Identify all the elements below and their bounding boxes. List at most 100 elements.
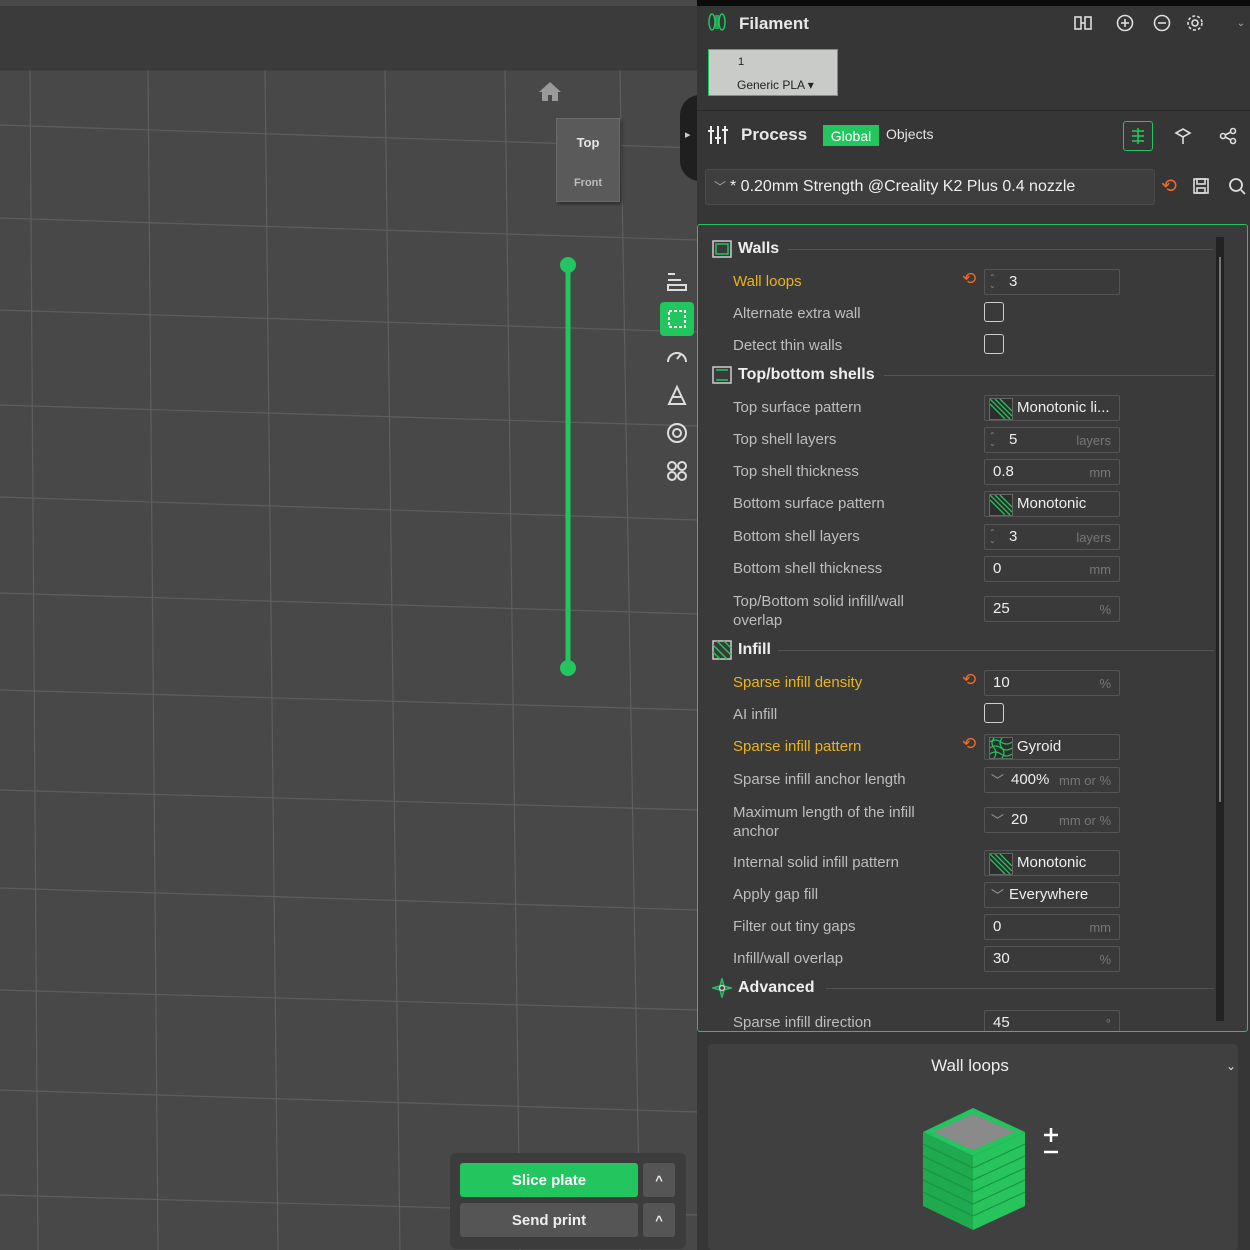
layer-slider-top-handle bbox=[560, 257, 576, 273]
setting-help-panel: Wall loops ⌄ bbox=[708, 1044, 1238, 1250]
anchor-length-dropdown-icon[interactable]: ﹀ bbox=[991, 770, 1004, 789]
home-icon[interactable] bbox=[538, 80, 562, 102]
bottom-shell-thickness-input[interactable]: 0 mm bbox=[984, 556, 1120, 582]
filament-slot-name[interactable]: Generic PLA ▾ bbox=[737, 78, 814, 92]
remove-filament-icon[interactable] bbox=[1152, 13, 1172, 33]
filter-tiny-gaps-input[interactable]: 0 mm bbox=[984, 914, 1120, 940]
objects-tab[interactable]: Objects bbox=[886, 126, 933, 142]
top-bottom-overlap-input[interactable]: 25 % bbox=[984, 596, 1120, 622]
max-infill-anchor-label-1: Maximum length of the infill bbox=[733, 804, 915, 821]
apply-gap-fill-select[interactable]: ﹀ Everywhere bbox=[984, 882, 1120, 908]
compare-presets-icon[interactable] bbox=[1172, 125, 1194, 147]
wall-loops-spinner[interactable]: ⌃ ⌄ bbox=[989, 274, 996, 290]
slice-plate-button[interactable]: Slice plate bbox=[460, 1163, 638, 1197]
bottom-shell-layers-input[interactable]: ⌃ ⌄ 3 layers bbox=[984, 524, 1120, 550]
save-preset-icon[interactable] bbox=[1191, 176, 1211, 196]
internal-solid-infill-pattern-select[interactable]: Monotonic bbox=[984, 850, 1120, 876]
process-settings-list[interactable]: Walls Wall loops ⟲ ⌃ ⌄ 3 Alternate extra … bbox=[697, 224, 1248, 1032]
collapse-sidebar-tab[interactable]: ▸ bbox=[680, 95, 697, 181]
reset-preset-icon[interactable]: ⟲ bbox=[1159, 176, 1179, 197]
filament-slot-1[interactable]: 1 Generic PLA ▾ bbox=[708, 49, 838, 96]
top-shell-layers-input[interactable]: ⌃ ⌄ 5 layers bbox=[984, 427, 1120, 453]
filament-settings-gear-icon[interactable] bbox=[1185, 13, 1205, 33]
section-infill: Infill bbox=[712, 639, 771, 661]
section-walls: Walls bbox=[712, 238, 779, 260]
sparse-infill-density-reset-icon[interactable]: ⟲ bbox=[962, 670, 976, 690]
seam-painting-icon[interactable] bbox=[660, 416, 694, 450]
preset-chevron-icon: ﹀ bbox=[714, 180, 727, 194]
layer-list-icon[interactable] bbox=[660, 264, 694, 298]
global-tab[interactable]: Global bbox=[823, 125, 879, 146]
view-cube-front-label: Front bbox=[573, 177, 603, 189]
add-filament-icon[interactable] bbox=[1115, 13, 1135, 33]
bottom-shell-thickness-label: Bottom shell thickness bbox=[733, 560, 883, 577]
sparse-infill-anchor-length-combo[interactable]: ﹀ 400% mm or % bbox=[984, 767, 1120, 793]
layer-slider-bottom-handle bbox=[560, 660, 576, 676]
section-walls-rule bbox=[788, 249, 1213, 250]
settings-sidebar: Filament ⌄ 1 Generic PLA ▾ Process Globa… bbox=[697, 6, 1250, 1250]
view-cube[interactable]: Top Front bbox=[556, 118, 620, 202]
sparse-infill-direction-input[interactable]: 45 ° bbox=[984, 1010, 1120, 1031]
wall-loops-reset-icon[interactable]: ⟲ bbox=[962, 269, 976, 289]
infill-wall-overlap-input[interactable]: 30 % bbox=[984, 946, 1120, 972]
bottom-surface-pattern-select[interactable]: Monotonic bbox=[984, 491, 1120, 517]
advanced-mode-toggle-icon[interactable] bbox=[1123, 121, 1153, 151]
top-shell-thickness-input[interactable]: 0.8 mm bbox=[984, 459, 1120, 485]
process-preset-dropdown[interactable]: ﹀ * 0.20mm Strength @Creality K2 Plus 0.… bbox=[705, 169, 1155, 205]
plate-tool-icon[interactable] bbox=[660, 302, 694, 336]
sparse-infill-pattern-select[interactable]: Gyroid bbox=[984, 734, 1120, 760]
speed-gauge-icon[interactable] bbox=[660, 340, 694, 374]
sparse-infill-pattern-label: Sparse infill pattern bbox=[733, 738, 862, 755]
gap-fill-dropdown-icon[interactable]: ﹀ bbox=[991, 885, 1004, 904]
help-title: Wall loops bbox=[931, 1056, 1009, 1075]
advanced-icon bbox=[712, 978, 732, 998]
section-walls-title: Walls bbox=[738, 240, 780, 257]
bottom-shell-layers-spinner[interactable]: ⌃ ⌄ bbox=[989, 529, 996, 545]
send-print-button[interactable]: Send print bbox=[460, 1203, 638, 1237]
send-options-caret[interactable]: ^ bbox=[643, 1203, 675, 1237]
sparse-infill-pattern-reset-icon[interactable]: ⟲ bbox=[962, 734, 976, 754]
sync-filament-icon[interactable] bbox=[1073, 14, 1093, 32]
support-painting-icon[interactable] bbox=[660, 378, 694, 412]
top-shell-thickness-label: Top shell thickness bbox=[733, 463, 859, 480]
max-anchor-dropdown-icon[interactable]: ﹀ bbox=[991, 810, 1004, 829]
ai-infill-checkbox[interactable] bbox=[984, 703, 1004, 723]
collapse-help-chevron-icon[interactable]: ⌄ bbox=[1224, 1058, 1238, 1074]
3d-viewport[interactable]: Top Front ▸ Slice plate ^ Send print ^ bbox=[0, 0, 697, 1250]
scrollbar-thumb[interactable] bbox=[1219, 257, 1221, 802]
infill-icon bbox=[712, 640, 732, 660]
monotonic-line-pattern-icon bbox=[989, 398, 1013, 420]
slice-options-caret[interactable]: ^ bbox=[643, 1163, 675, 1197]
search-settings-icon[interactable] bbox=[1227, 176, 1247, 196]
section-advanced-rule bbox=[826, 988, 1214, 989]
section-infill-rule bbox=[778, 650, 1214, 651]
share-preset-icon[interactable] bbox=[1217, 125, 1239, 147]
bottom-shell-layers-label: Bottom shell layers bbox=[733, 528, 860, 545]
wall-loops-label: Wall loops bbox=[733, 273, 802, 290]
alternate-extra-wall-checkbox[interactable] bbox=[984, 302, 1004, 322]
settings-scrollbar[interactable] bbox=[1216, 237, 1224, 1021]
max-infill-anchor-combo[interactable]: ﹀ 20 mm or % bbox=[984, 807, 1120, 833]
alternate-extra-wall-label: Alternate extra wall bbox=[733, 305, 861, 322]
assembly-icon[interactable] bbox=[660, 454, 694, 488]
collapse-chevron-icon[interactable]: ⌄ bbox=[1235, 16, 1247, 30]
sparse-infill-density-input[interactable]: 10 % bbox=[984, 670, 1120, 696]
sparse-infill-density-label: Sparse infill density bbox=[733, 674, 863, 691]
top-bottom-overlap-label-2: overlap bbox=[733, 612, 783, 629]
shells-icon bbox=[712, 366, 732, 384]
detect-thin-walls-label: Detect thin walls bbox=[733, 337, 843, 354]
monotonic-pattern-icon bbox=[989, 494, 1013, 516]
detect-thin-walls-checkbox[interactable] bbox=[984, 334, 1004, 354]
panel-divider bbox=[697, 110, 1250, 111]
top-shell-layers-label: Top shell layers bbox=[733, 431, 837, 448]
wall-loops-input[interactable]: ⌃ ⌄ 3 bbox=[984, 269, 1120, 295]
apply-gap-fill-label: Apply gap fill bbox=[733, 886, 819, 903]
section-top-bottom-title: Top/bottom shells bbox=[738, 366, 875, 383]
filter-tiny-gaps-label: Filter out tiny gaps bbox=[733, 918, 856, 935]
top-shell-layers-spinner[interactable]: ⌃ ⌄ bbox=[989, 432, 996, 448]
filament-slot-number: 1 bbox=[738, 56, 745, 68]
sparse-infill-anchor-length-label: Sparse infill anchor length bbox=[733, 771, 906, 788]
bottom-surface-pattern-label: Bottom surface pattern bbox=[733, 495, 885, 512]
layer-slider[interactable] bbox=[550, 250, 586, 680]
top-surface-pattern-select[interactable]: Monotonic li... bbox=[984, 395, 1120, 421]
